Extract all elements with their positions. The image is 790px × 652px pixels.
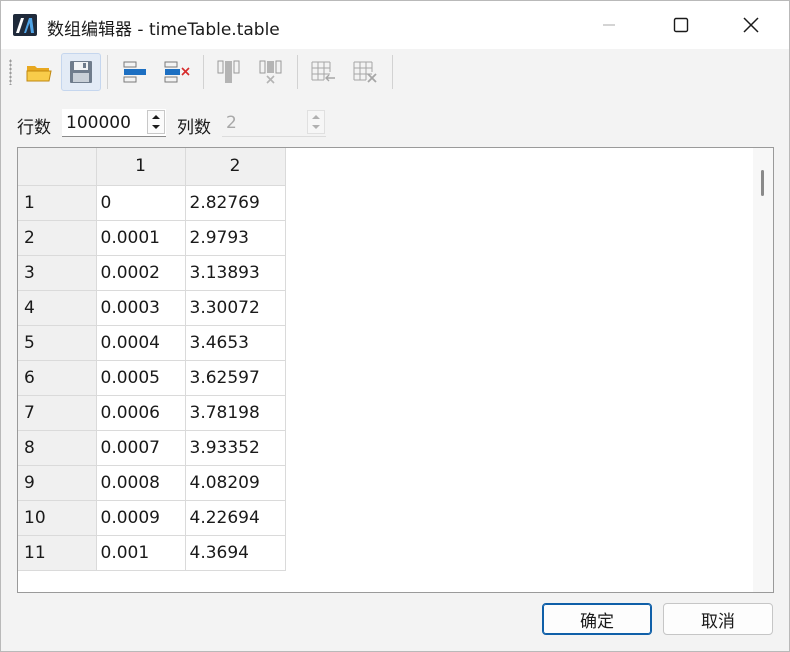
table-cell[interactable]: 2.9793	[185, 220, 286, 256]
toolbar-separator	[297, 55, 298, 89]
column-header-2[interactable]: 2	[185, 148, 286, 186]
spin-up-down-icon	[312, 115, 320, 129]
delete-column-button[interactable]	[251, 53, 291, 91]
toolbar-grip[interactable]	[9, 59, 12, 85]
table-cell[interactable]: 3.4653	[185, 325, 286, 361]
table-row: 1 0 2.82769	[18, 185, 286, 221]
table-cell[interactable]: 0.0002	[96, 255, 186, 291]
insert-column-button[interactable]	[209, 53, 249, 91]
row-header[interactable]: 9	[18, 465, 97, 501]
table-cell[interactable]: 4.3694	[185, 535, 286, 571]
table-row: 3 0.0002 3.13893	[18, 255, 286, 291]
row-header[interactable]: 8	[18, 430, 97, 466]
dimensions-row: 行数 100000 列数 2	[1, 103, 789, 143]
rows-spinbox[interactable]: 100000	[62, 109, 166, 137]
ok-button[interactable]: 确定	[542, 603, 652, 635]
table-cell[interactable]: 0.0003	[96, 290, 186, 326]
row-header[interactable]: 7	[18, 395, 97, 431]
floppy-save-icon	[70, 61, 92, 83]
table-row: 6 0.0005 3.62597	[18, 360, 286, 396]
data-grid[interactable]: 1 2 1 0 2.82769 2 0.0001 2.9793 3 0.0002 3.13893…	[17, 147, 774, 593]
delete-cells-button[interactable]	[345, 53, 385, 91]
table-cell[interactable]: 3.30072	[185, 290, 286, 326]
delete-row-button[interactable]	[157, 53, 197, 91]
minimize-icon	[603, 24, 615, 26]
columns-spinbox: 2	[222, 109, 326, 137]
columns-value: 2	[226, 113, 237, 133]
table-cell[interactable]: 4.22694	[185, 500, 286, 536]
array-editor-window: 数组编辑器 - timeTable.table 行数 100000 列数 2 1…	[0, 0, 790, 652]
table-cell[interactable]: 0.0004	[96, 325, 186, 361]
table-cell[interactable]: 2.82769	[185, 185, 286, 221]
scrollbar-thumb[interactable]	[761, 170, 764, 196]
columns-label: 列数	[177, 118, 211, 138]
rows-label: 行数	[17, 118, 51, 138]
table-cell[interactable]: 4.08209	[185, 465, 286, 501]
table-row: 2 0.0001 2.9793	[18, 220, 286, 256]
row-header[interactable]: 5	[18, 325, 97, 361]
table-row: 5 0.0004 3.4653	[18, 325, 286, 361]
table-row: 9 0.0008 4.08209	[18, 465, 286, 501]
table-cell[interactable]: 3.93352	[185, 430, 286, 466]
toolbar-separator	[107, 55, 108, 89]
vertical-scrollbar[interactable]	[753, 148, 773, 592]
table-cell[interactable]: 0.0008	[96, 465, 186, 501]
table-cell[interactable]: 0.0007	[96, 430, 186, 466]
maximize-button[interactable]	[653, 1, 709, 49]
grid-delete-icon	[353, 61, 377, 83]
table-row: 8 0.0007 3.93352	[18, 430, 286, 466]
close-icon	[743, 17, 759, 33]
table-cell[interactable]: 3.78198	[185, 395, 286, 431]
window-title: 数组编辑器 - timeTable.table	[47, 20, 280, 40]
delete-row-icon	[164, 61, 190, 83]
toolbar	[1, 49, 789, 95]
corner-cell[interactable]	[18, 148, 97, 186]
row-header[interactable]: 1	[18, 185, 97, 221]
row-header[interactable]: 11	[18, 535, 97, 571]
table-cell[interactable]: 0.0009	[96, 500, 186, 536]
toolbar-separator	[392, 55, 393, 89]
table-cell[interactable]: 0.0006	[96, 395, 186, 431]
maximize-icon	[673, 17, 689, 33]
close-button[interactable]	[723, 1, 779, 49]
table-row: 10 0.0009 4.22694	[18, 500, 286, 536]
table-cell[interactable]: 0	[96, 185, 186, 221]
table-cell[interactable]: 0.0001	[96, 220, 186, 256]
data-table: 1 2 1 0 2.82769 2 0.0001 2.9793 3 0.0002 3.13893…	[18, 148, 286, 571]
cancel-button[interactable]: 取消	[663, 603, 773, 635]
rows-spin-arrows[interactable]	[147, 110, 165, 134]
delete-column-icon	[259, 60, 282, 84]
title-bar[interactable]: 数组编辑器 - timeTable.table	[1, 1, 789, 49]
minimize-button[interactable]	[581, 1, 637, 49]
insert-column-icon	[217, 60, 240, 83]
insert-row-icon	[123, 61, 146, 83]
spin-up-down-icon	[152, 115, 160, 129]
column-header-1[interactable]: 1	[96, 148, 186, 186]
rows-value[interactable]: 100000	[66, 113, 131, 133]
folder-icon	[26, 66, 52, 82]
insert-row-button[interactable]	[115, 53, 155, 91]
columns-spin-arrows	[307, 110, 325, 134]
table-row: 11 0.001 4.3694	[18, 535, 286, 571]
row-header[interactable]: 2	[18, 220, 97, 256]
table-cell[interactable]: 3.62597	[185, 360, 286, 396]
row-header[interactable]: 4	[18, 290, 97, 326]
table-cell[interactable]: 3.13893	[185, 255, 286, 291]
insert-cells-button[interactable]	[303, 53, 343, 91]
row-header[interactable]: 10	[18, 500, 97, 536]
table-row: 4 0.0003 3.30072	[18, 290, 286, 326]
table-cell[interactable]: 0.0005	[96, 360, 186, 396]
toolbar-separator	[203, 55, 204, 89]
row-header[interactable]: 6	[18, 360, 97, 396]
table-cell[interactable]: 0.001	[96, 535, 186, 571]
row-header[interactable]: 3	[18, 255, 97, 291]
header-row: 1 2	[18, 148, 286, 186]
app-logo-icon	[13, 14, 37, 36]
save-button[interactable]	[61, 53, 101, 91]
table-row: 7 0.0006 3.78198	[18, 395, 286, 431]
grid-insert-icon	[311, 61, 335, 82]
open-folder-button[interactable]	[19, 53, 59, 91]
